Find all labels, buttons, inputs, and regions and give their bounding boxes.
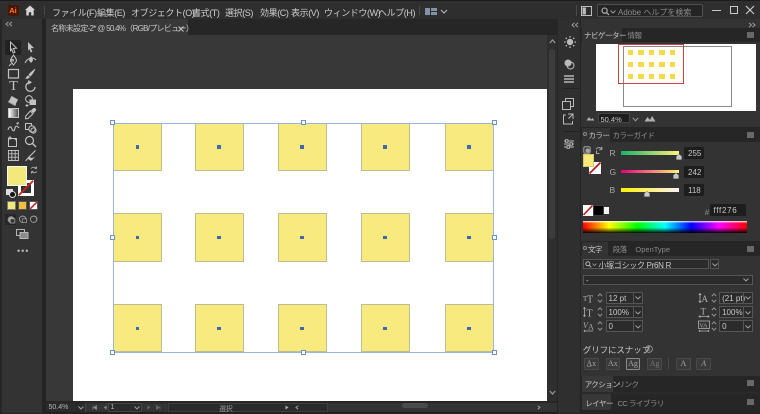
svg-text:T: T xyxy=(701,307,707,317)
svg-text:A: A xyxy=(588,323,594,332)
svg-text:T: T xyxy=(586,309,592,319)
svg-text:T: T xyxy=(587,294,593,304)
svg-text:A: A xyxy=(702,294,709,304)
svg-text:VA: VA xyxy=(699,323,708,330)
